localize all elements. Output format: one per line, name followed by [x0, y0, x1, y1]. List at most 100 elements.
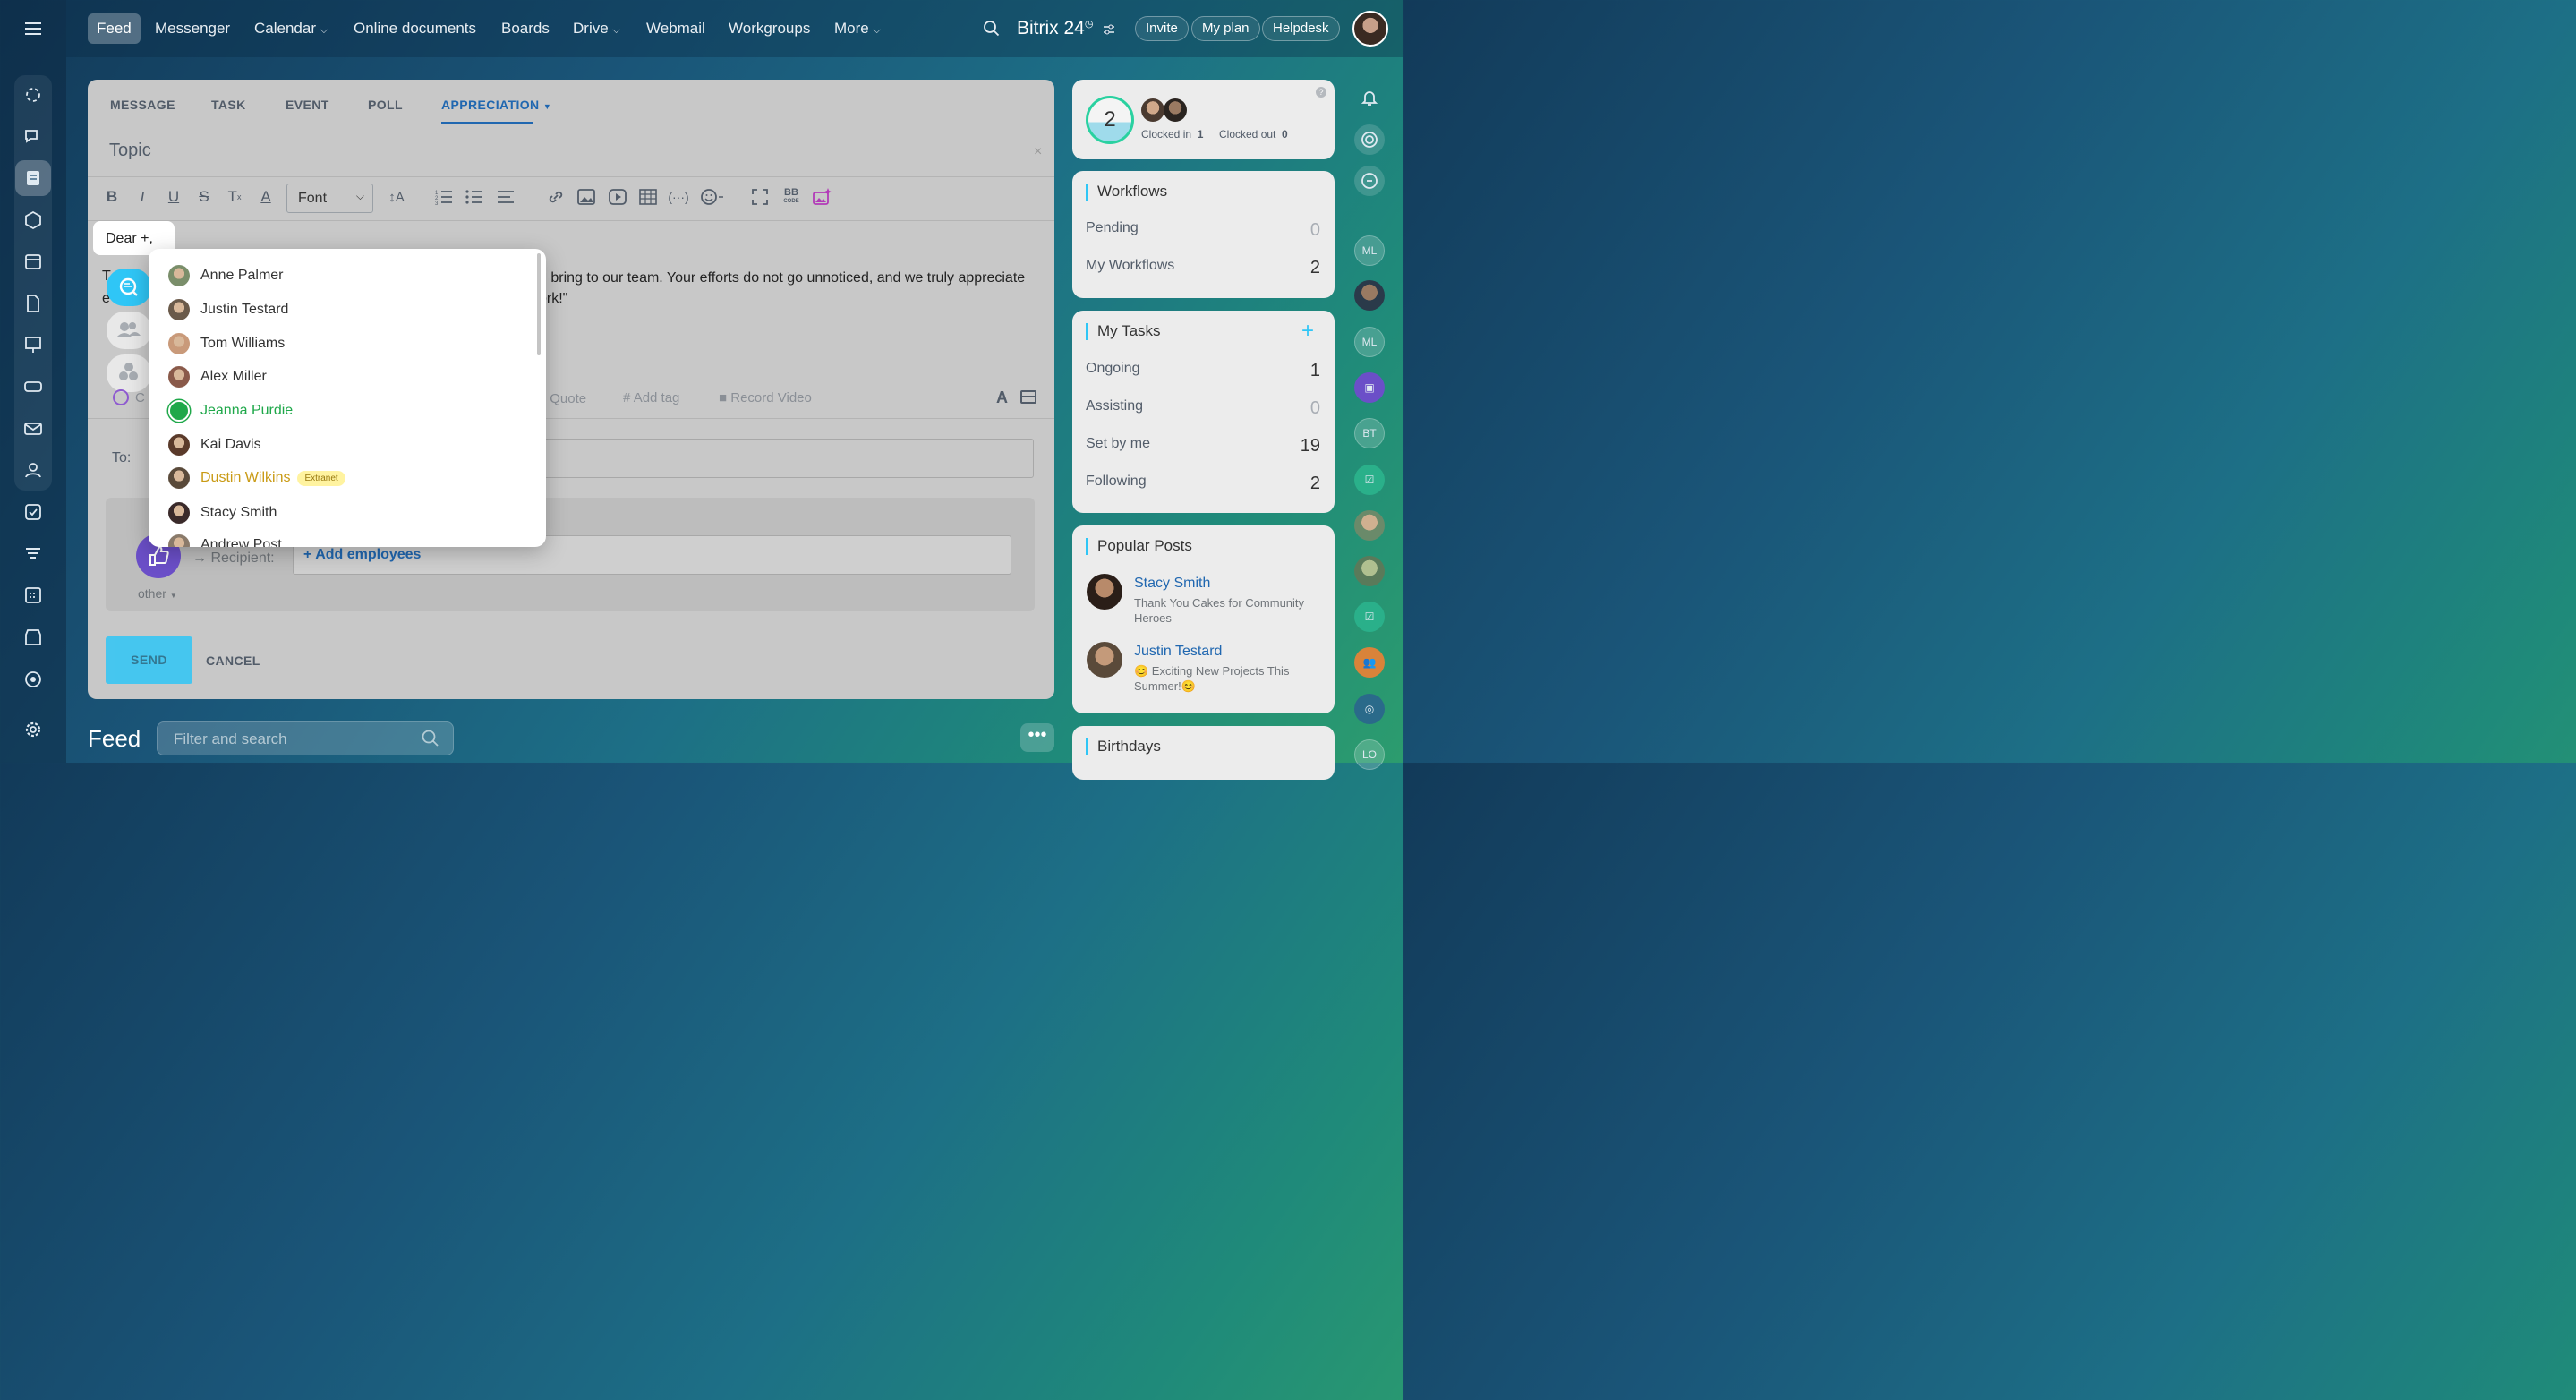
mention-item[interactable]: Kai Davis	[168, 431, 261, 458]
group-icon[interactable]: 👥	[1354, 647, 1385, 678]
nav-messenger[interactable]: Messenger	[146, 13, 239, 44]
document-icon[interactable]: ▣	[1354, 372, 1385, 403]
activity-icon[interactable]	[1354, 124, 1385, 155]
tab-poll[interactable]: POLL	[368, 98, 403, 112]
helpdesk-button[interactable]: Helpdesk	[1262, 16, 1340, 41]
invite-button[interactable]: Invite	[1135, 16, 1189, 41]
post-author[interactable]: Justin Testard	[1134, 644, 1222, 660]
feed-filter-input[interactable]: Filter and search	[157, 721, 454, 755]
add-task-icon[interactable]: +	[1301, 319, 1314, 344]
ai-image-icon[interactable]	[812, 187, 832, 207]
task-check-icon[interactable]: ☑	[1354, 602, 1385, 632]
record-video-button[interactable]: ■ Record Video	[719, 390, 812, 405]
emoji-icon[interactable]	[699, 187, 726, 207]
tab-appreciation[interactable]: APPRECIATION ▼	[441, 98, 551, 112]
task-check-icon[interactable]: ☑	[1354, 465, 1385, 495]
my-tasks-title[interactable]: My Tasks	[1086, 322, 1161, 340]
timeman-count[interactable]: 2	[1086, 96, 1134, 144]
document-icon[interactable]	[15, 286, 51, 321]
workgroups-icon[interactable]	[15, 452, 51, 488]
bullet-list-icon[interactable]	[465, 187, 484, 207]
nav-boards[interactable]: Boards	[492, 13, 559, 44]
drive-icon[interactable]	[15, 369, 51, 405]
tab-message[interactable]: MESSAGE	[110, 98, 175, 112]
post-title[interactable]: 😊 Exciting New Projects This Summer!😊	[1134, 663, 1322, 694]
topic-input[interactable]: Topic	[109, 141, 151, 161]
mention-item[interactable]: Anne Palmer	[168, 262, 284, 289]
store-icon[interactable]	[15, 619, 51, 655]
mention-item[interactable]: Jeanna Purdie	[168, 397, 293, 424]
contact-avatar[interactable]: ML	[1354, 327, 1385, 357]
close-topic-icon[interactable]: ×	[1034, 144, 1042, 160]
mention-users-button[interactable]	[107, 312, 151, 349]
feed-icon[interactable]	[15, 160, 51, 196]
task-row-following[interactable]: Following 2	[1086, 474, 1320, 494]
italic-icon[interactable]: I	[132, 187, 152, 207]
task-row-ongoing[interactable]: Ongoing 1	[1086, 361, 1320, 381]
align-icon[interactable]	[496, 187, 516, 207]
fullscreen-icon[interactable]	[750, 187, 770, 207]
settings-gear-icon[interactable]	[15, 712, 51, 747]
mention-item[interactable]: Dustin Wilkins Extranet	[168, 465, 345, 491]
target-icon[interactable]	[15, 662, 51, 697]
table-icon[interactable]	[638, 187, 658, 207]
text-color-icon[interactable]: A	[256, 187, 276, 207]
chat-icon[interactable]	[15, 119, 51, 155]
avatar[interactable]	[1087, 642, 1122, 678]
nav-more[interactable]: More ⌵	[825, 13, 890, 44]
nav-calendar[interactable]: Calendar ⌵	[245, 13, 337, 44]
copilot-icon[interactable]: ◎	[1354, 694, 1385, 724]
cancel-button[interactable]: CANCEL	[206, 653, 260, 668]
panel-toggle-icon[interactable]	[1020, 390, 1036, 404]
schedule-icon[interactable]	[15, 577, 51, 613]
bbcode-icon[interactable]: BB CODE	[781, 187, 801, 207]
font-select[interactable]: Font ⌵	[286, 184, 373, 213]
font-size-icon[interactable]: ↕A	[383, 187, 410, 207]
search-icon[interactable]	[983, 20, 1001, 38]
contact-avatar[interactable]	[1354, 510, 1385, 541]
nav-workgroups[interactable]: Workgroups	[720, 13, 819, 44]
mention-item[interactable]: Stacy Smith	[168, 499, 277, 526]
mention-item[interactable]: Tom Williams	[168, 330, 285, 357]
bell-icon[interactable]	[1354, 82, 1385, 113]
mail-icon[interactable]	[15, 411, 51, 447]
other-dropdown[interactable]: other ▼	[138, 586, 177, 601]
contact-avatar[interactable]	[1354, 556, 1385, 586]
code-icon[interactable]: (···)	[668, 187, 688, 207]
clear-format-icon[interactable]: Tx	[225, 187, 244, 207]
workflows-title[interactable]: Workflows	[1085, 183, 1167, 201]
contact-avatar[interactable]	[1354, 280, 1385, 311]
image-icon[interactable]	[576, 187, 596, 207]
underline-icon[interactable]: U	[164, 187, 183, 207]
copilot-icon[interactable]	[113, 389, 129, 405]
contact-avatar[interactable]: BT	[1354, 418, 1385, 448]
ai-icon[interactable]	[15, 77, 51, 113]
mention-item[interactable]: Alex Miller	[168, 363, 267, 390]
tab-task[interactable]: TASK	[211, 98, 246, 112]
tab-event[interactable]: EVENT	[286, 98, 329, 112]
workflow-row-my[interactable]: My Workflows 2	[1086, 258, 1320, 278]
settings-sliders-icon[interactable]	[1103, 23, 1115, 36]
send-button[interactable]: SEND	[106, 636, 192, 684]
contact-avatar[interactable]: LO	[1354, 739, 1385, 770]
hexagon-icon[interactable]	[15, 202, 51, 238]
nav-webmail[interactable]: Webmail	[637, 13, 714, 44]
search-icon[interactable]	[422, 730, 439, 747]
birthdays-title[interactable]: Birthdays	[1086, 738, 1161, 755]
task-row-set-by-me[interactable]: Set by me 19	[1086, 436, 1320, 457]
my-plan-button[interactable]: My plan	[1191, 16, 1260, 41]
nav-drive[interactable]: Drive ⌵	[564, 13, 629, 44]
menu-icon[interactable]	[15, 11, 51, 47]
mention-groups-button[interactable]	[107, 354, 151, 392]
copilot-label[interactable]: C	[135, 390, 145, 405]
post-title[interactable]: Thank You Cakes for Community Heroes	[1134, 595, 1322, 626]
avatar[interactable]	[1164, 98, 1187, 122]
help-icon[interactable]: ?	[1316, 87, 1326, 98]
nav-feed[interactable]: Feed	[88, 13, 141, 44]
scrollbar[interactable]	[537, 253, 541, 355]
tasks-icon[interactable]	[15, 494, 51, 530]
avatar[interactable]	[1141, 98, 1164, 122]
mention-item[interactable]: Justin Testard	[168, 296, 288, 323]
editor-body-line1[interactable]: u bring to our team. Your efforts do not…	[539, 270, 1025, 286]
calendar-icon[interactable]	[15, 243, 51, 279]
